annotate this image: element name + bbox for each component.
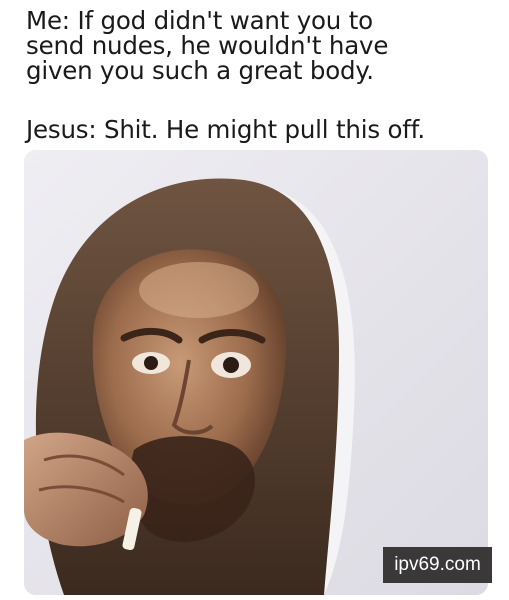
right-pupil bbox=[223, 357, 239, 373]
left-pupil bbox=[144, 356, 158, 370]
forehead-highlight bbox=[139, 262, 259, 318]
meme-setup-text: Me: If god didn't want you to send nudes… bbox=[26, 8, 496, 83]
meme-punchline-text: Jesus: Shit. He might pull this off. bbox=[26, 115, 425, 144]
watermark-label: ipv69.com bbox=[383, 547, 492, 583]
setup-line-3: given you such a great body. bbox=[26, 56, 374, 85]
reaction-face-illustration bbox=[24, 150, 488, 595]
meme-photo bbox=[24, 150, 488, 595]
setup-line-2: send nudes, he wouldn't have bbox=[26, 31, 389, 60]
setup-line-1: Me: If god didn't want you to bbox=[26, 6, 373, 35]
